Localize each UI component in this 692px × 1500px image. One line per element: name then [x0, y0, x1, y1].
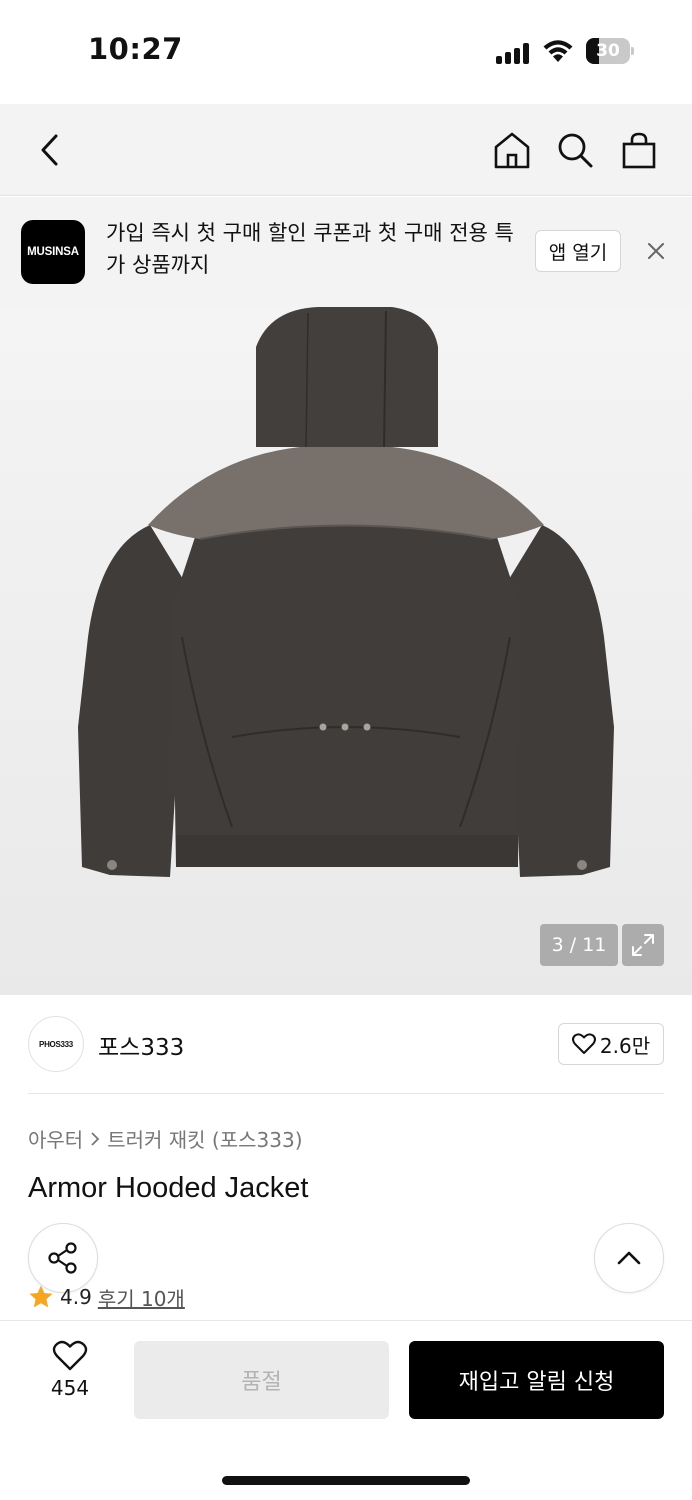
open-app-button[interactable]: 앱 열기 [535, 230, 621, 272]
brand-like-button[interactable]: 2.6만 [558, 1023, 664, 1065]
chevron-right-icon [91, 1131, 100, 1146]
home-icon[interactable] [490, 128, 534, 172]
expand-icon[interactable] [622, 924, 664, 966]
heart-icon [52, 1340, 88, 1371]
battery-icon: 30 [586, 38, 634, 64]
musinsa-logo: MUSINSA [21, 220, 85, 284]
brand-row: PHOS333 포스333 2.6만 [0, 995, 692, 1095]
star-icon [29, 1285, 53, 1308]
rating-row: 4.9 후기 10개 [28, 1282, 185, 1312]
breadcrumb-category[interactable]: 아우터 [28, 1124, 83, 1153]
product-title: Armor Hooded Jacket [28, 1172, 309, 1204]
soldout-button: 품절 [134, 1341, 389, 1419]
status-bar: 10:27 30 [0, 0, 692, 104]
search-icon[interactable] [553, 128, 597, 172]
shopping-bag-icon[interactable] [617, 128, 661, 172]
breadcrumb-subcategory[interactable]: 트러커 재킷 (포스333) [107, 1124, 302, 1153]
close-icon[interactable] [640, 235, 672, 267]
share-icon [48, 1242, 77, 1274]
rating-score: 4.9 [60, 1285, 92, 1309]
divider [28, 1093, 664, 1094]
restock-alert-button[interactable]: 재입고 알림 신청 [409, 1341, 664, 1419]
brand-logo[interactable]: PHOS333 [28, 1016, 84, 1072]
image-counter: 3 / 11 [540, 924, 618, 966]
signal-icon [496, 42, 532, 64]
home-indicator [222, 1476, 470, 1485]
heart-icon [571, 1033, 596, 1054]
product-like-button[interactable]: 454 [30, 1340, 110, 1420]
back-arrow-icon[interactable] [28, 128, 72, 172]
scroll-to-top-button[interactable] [594, 1223, 664, 1293]
wifi-icon [542, 38, 574, 64]
battery-level: 30 [596, 41, 620, 61]
brand-name[interactable]: 포스333 [98, 1028, 184, 1062]
brand-like-count: 2.6만 [599, 1033, 651, 1058]
jacket-illustration [78, 307, 614, 877]
product-image[interactable] [0, 307, 692, 995]
banner-message: 가입 즉시 첫 구매 할인 쿠폰과 첫 구매 전용 특가 상품까지 [106, 221, 514, 277]
app-install-banner: MUSINSA 가입 즉시 첫 구매 할인 쿠폰과 첫 구매 전용 특가 상품까… [0, 197, 692, 307]
reviews-link[interactable]: 후기 10개 [98, 1283, 185, 1312]
status-time: 10:27 [88, 32, 183, 66]
chevron-up-icon [617, 1251, 641, 1265]
product-like-count: 454 [50, 1376, 90, 1400]
top-navigation [0, 104, 692, 196]
breadcrumb: 아우터 트러커 재킷 (포스333) [28, 1124, 303, 1153]
